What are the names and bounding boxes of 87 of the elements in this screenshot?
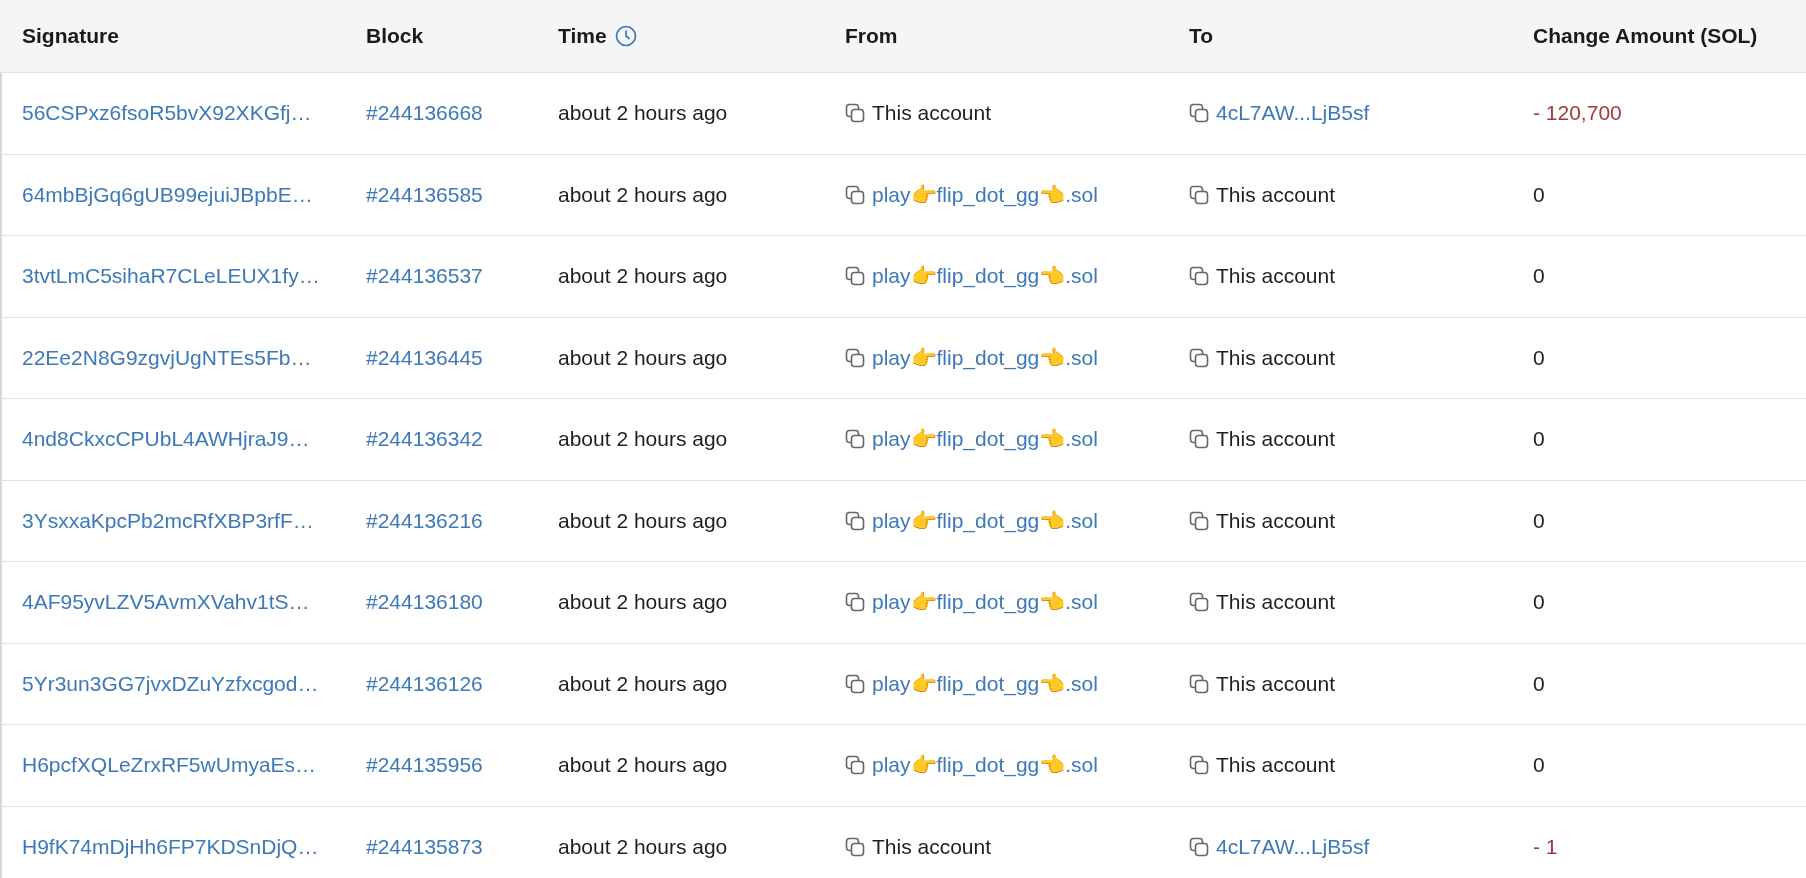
copy-icon[interactable]	[845, 266, 865, 287]
block-link[interactable]: #244136445	[366, 345, 483, 370]
block-link[interactable]: #244136537	[366, 264, 483, 289]
copy-icon[interactable]	[845, 184, 865, 205]
account-link[interactable]: play👉flip_dot_gg👈.sol	[872, 345, 1098, 370]
copy-icon[interactable]	[1189, 673, 1209, 694]
block-link[interactable]: #244136216	[366, 508, 483, 533]
amount-text: 0	[1533, 182, 1545, 207]
account-label: This account	[1216, 264, 1336, 289]
copy-icon[interactable]	[1189, 429, 1209, 450]
account-link[interactable]: play👉flip_dot_gg👈.sol	[872, 508, 1098, 533]
account-link[interactable]: play👉flip_dot_gg👈.sol	[872, 182, 1098, 207]
column-header: Time	[558, 24, 607, 48]
column-header: Change Amount (SOL)	[1533, 24, 1758, 48]
amount-text: - 120,700	[1533, 101, 1622, 126]
signature-link[interactable]: 5Yr3un3GG7jvxDZuYzfxcgod…	[22, 671, 319, 696]
copy-icon[interactable]	[845, 836, 865, 857]
block-link[interactable]: #244136180	[366, 590, 483, 615]
account-label: This account	[1216, 753, 1336, 778]
copy-icon[interactable]	[845, 510, 865, 531]
copy-icon[interactable]	[1189, 755, 1209, 776]
block-link[interactable]: #244136126	[366, 671, 483, 696]
amount-text: 0	[1533, 671, 1545, 696]
time-text: about 2 hours ago	[558, 671, 728, 696]
time-text: about 2 hours ago	[558, 345, 728, 370]
amount-text: 0	[1533, 264, 1545, 289]
block-link[interactable]: #244135956	[366, 753, 483, 778]
amount-text: 0	[1533, 753, 1545, 778]
time-text: about 2 hours ago	[558, 508, 728, 533]
copy-icon[interactable]	[1189, 347, 1209, 368]
block-link[interactable]: #244136668	[366, 101, 483, 126]
account-label: This account	[1216, 671, 1336, 696]
signature-link[interactable]: 3YsxxaKpcPb2mcRfXBP3rfF…	[22, 508, 314, 533]
account-link[interactable]: 4cL7AW...LjB5sf	[1216, 834, 1370, 859]
account-link[interactable]: 4cL7AW...LjB5sf	[1216, 101, 1370, 126]
signature-link[interactable]: 4AF95yvLZV5AvmXVahv1tS…	[22, 590, 310, 615]
copy-icon[interactable]	[845, 592, 865, 613]
copy-icon[interactable]	[845, 429, 865, 450]
clock-icon[interactable]	[614, 25, 637, 47]
account-label: This account	[1216, 182, 1336, 207]
time-text: about 2 hours ago	[558, 753, 728, 778]
block-link[interactable]: #244136342	[366, 427, 483, 452]
account-label: This account	[1216, 427, 1336, 452]
signature-link[interactable]: 22Ee2N8G9zgvjUgNTEs5Fb…	[22, 345, 312, 370]
time-text: about 2 hours ago	[558, 590, 728, 615]
signature-link[interactable]: H6pcfXQLeZrxRF5wUmyaEs…	[22, 753, 317, 778]
account-label: This account	[1216, 508, 1336, 533]
account-label: This account	[1216, 590, 1336, 615]
account-link[interactable]: play👉flip_dot_gg👈.sol	[872, 590, 1098, 615]
amount-text: 0	[1533, 427, 1545, 452]
account-link[interactable]: play👉flip_dot_gg👈.sol	[872, 264, 1098, 289]
account-link[interactable]: play👉flip_dot_gg👈.sol	[872, 753, 1098, 778]
copy-icon[interactable]	[1189, 103, 1209, 124]
block-link[interactable]: #244136585	[366, 182, 483, 207]
copy-icon[interactable]	[845, 347, 865, 368]
amount-text: - 1	[1533, 834, 1558, 859]
copy-icon[interactable]	[845, 755, 865, 776]
amount-text: 0	[1533, 345, 1545, 370]
time-text: about 2 hours ago	[558, 427, 728, 452]
signature-link[interactable]: 64mbBjGq6gUB99ejuiJBpbE…	[22, 182, 313, 207]
copy-icon[interactable]	[1189, 184, 1209, 205]
time-text: about 2 hours ago	[558, 182, 728, 207]
copy-icon[interactable]	[1189, 266, 1209, 287]
signature-link[interactable]: 3tvtLmC5sihaR7CLeLEUX1fy…	[22, 264, 320, 289]
time-text: about 2 hours ago	[558, 834, 728, 859]
copy-icon[interactable]	[845, 103, 865, 124]
column-header: Signature	[22, 24, 119, 48]
time-text: about 2 hours ago	[558, 101, 728, 126]
copy-icon[interactable]	[1189, 592, 1209, 613]
copy-icon[interactable]	[1189, 510, 1209, 531]
account-link[interactable]: play👉flip_dot_gg👈.sol	[872, 427, 1098, 452]
time-text: about 2 hours ago	[558, 264, 728, 289]
column-header: Block	[366, 24, 424, 48]
account-label: This account	[1216, 345, 1336, 370]
signature-link[interactable]: H9fK74mDjHh6FP7KDSnDjQ…	[22, 834, 319, 859]
column-header: To	[1189, 24, 1214, 48]
amount-text: 0	[1533, 590, 1545, 615]
account-label: This account	[872, 101, 992, 126]
account-label: This account	[872, 834, 992, 859]
copy-icon[interactable]	[1189, 836, 1209, 857]
account-link[interactable]: play👉flip_dot_gg👈.sol	[872, 671, 1098, 696]
column-header: From	[845, 24, 898, 48]
amount-text: 0	[1533, 508, 1545, 533]
copy-icon[interactable]	[845, 673, 865, 694]
block-link[interactable]: #244135873	[366, 834, 483, 859]
signature-link[interactable]: 56CSPxz6fsoR5bvX92XKGfj…	[22, 101, 312, 126]
signature-link[interactable]: 4nd8CkxcCPUbL4AWHjraJ9…	[22, 427, 310, 452]
